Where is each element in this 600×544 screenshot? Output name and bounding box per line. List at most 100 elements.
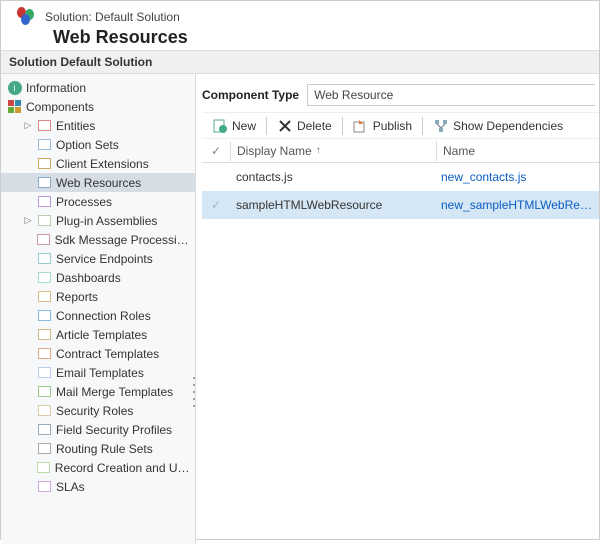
grid-checkall[interactable]: ✓ [202, 144, 230, 158]
mailmerge-icon [37, 384, 52, 399]
expander-spacer [23, 254, 33, 264]
table-row[interactable]: contacts.jsnew_contacts.js [202, 163, 599, 191]
sort-asc-icon: ↑ [316, 145, 321, 156]
row-name-link[interactable]: new_sampleHTMLWebRes… [435, 198, 599, 212]
sidebar-item-mail-merge-templates[interactable]: Mail Merge Templates [1, 382, 195, 401]
sidebar-item-dashboards[interactable]: Dashboards [1, 268, 195, 287]
sidebar-item-label: Email Templates [56, 366, 144, 380]
expander-icon[interactable]: ▷ [23, 121, 33, 131]
sidebar-item-label: Record Creation and Upda… [55, 461, 191, 475]
grid-body: contacts.jsnew_contacts.js✓sampleHTMLWeb… [202, 163, 599, 219]
entity-icon [37, 118, 52, 133]
sidebar-item-article-templates[interactable]: Article Templates [1, 325, 195, 344]
delete-icon [277, 118, 292, 133]
sidebar-item-plug-in-assemblies[interactable]: ▷Plug-in Assemblies [1, 211, 195, 230]
expander-spacer [23, 197, 33, 207]
sidebar-item-routing-rule-sets[interactable]: Routing Rule Sets [1, 439, 195, 458]
show-dependencies-label: Show Dependencies [453, 119, 563, 133]
sidebar-item-label: Security Roles [56, 404, 133, 418]
sidebar-item-entities[interactable]: ▷ Entities [1, 116, 195, 135]
component-type-select[interactable]: Web Resource [307, 84, 595, 106]
row-name-link[interactable]: new_contacts.js [435, 170, 599, 184]
expander-spacer [23, 311, 33, 321]
sidebar: i Information Components ▷ Entities Option… [1, 74, 196, 544]
components-icon [7, 99, 22, 114]
publish-button[interactable]: Publish [343, 115, 422, 136]
new-label: New [232, 119, 256, 133]
grid-col-name[interactable]: Name [437, 144, 599, 158]
table-row[interactable]: ✓sampleHTMLWebResourcenew_sampleHTMLWebR… [202, 191, 599, 219]
sidebar-item-label: SLAs [56, 480, 85, 494]
grid-col-name-label: Name [443, 144, 475, 158]
sidebar-item-label: Routing Rule Sets [56, 442, 153, 456]
expander-spacer [23, 235, 32, 245]
sidebar-item-label: Web Resources [56, 176, 141, 190]
sidebar-item-reports[interactable]: Reports [1, 287, 195, 306]
sidebar-item-label: Contract Templates [56, 347, 159, 361]
solution-line: Solution: Default Solution [45, 10, 180, 24]
expander-spacer [23, 292, 33, 302]
sidebar-item-email-templates[interactable]: Email Templates [1, 363, 195, 382]
delete-label: Delete [297, 119, 332, 133]
sidebar-item-label: Service Endpoints [56, 252, 153, 266]
webres-icon [37, 175, 52, 190]
sidebar-information-label: Information [26, 81, 86, 95]
sidebar-resize-grip[interactable] [192, 374, 196, 410]
sidebar-item-label: Sdk Message Processing S… [55, 233, 191, 247]
sidebar-item-web-resources[interactable]: Web Resources [1, 173, 195, 192]
report-icon [37, 289, 52, 304]
show-dependencies-button[interactable]: Show Dependencies [423, 115, 573, 136]
sla-icon [37, 479, 52, 494]
sidebar-item-contract-templates[interactable]: Contract Templates [1, 344, 195, 363]
page-title: Web Resources [53, 27, 188, 48]
sidebar-components[interactable]: Components [1, 97, 195, 116]
expander-spacer [23, 178, 33, 188]
dependencies-icon [433, 118, 448, 133]
solution-app-icon [15, 5, 39, 29]
sidebar-item-client-extensions[interactable]: Client Extensions [1, 154, 195, 173]
sidebar-item-sdk-message-processing-s[interactable]: Sdk Message Processing S… [1, 230, 195, 249]
sidebar-item-label: Connection Roles [56, 309, 151, 323]
sidebar-item-label: Reports [56, 290, 98, 304]
expander-spacer [23, 463, 32, 473]
sidebar-item-label: Article Templates [56, 328, 147, 342]
routing-icon [37, 441, 52, 456]
sidebar-item-label: Field Security Profiles [56, 423, 172, 437]
sidebar-item-security-roles[interactable]: Security Roles [1, 401, 195, 420]
info-icon: i [7, 80, 22, 95]
expander-icon[interactable]: ▷ [23, 216, 33, 226]
process-icon [37, 194, 52, 209]
row-display-name: contacts.js [230, 170, 435, 184]
delete-button[interactable]: Delete [267, 115, 342, 136]
clientext-icon [37, 156, 52, 171]
expander-spacer [23, 349, 33, 359]
publish-icon [353, 118, 368, 133]
sidebar-item-slas[interactable]: SLAs [1, 477, 195, 496]
sidebar-item-option-sets[interactable]: Option Sets [1, 135, 195, 154]
optionset-icon [37, 137, 52, 152]
sidebar-item-label: Entities [56, 119, 95, 133]
sidebar-item-record-creation-and-upda[interactable]: Record Creation and Upda… [1, 458, 195, 477]
new-icon [212, 118, 227, 133]
row-check[interactable]: ✓ [202, 198, 230, 212]
content-pane: Component Type Web Resource New Delete P… [196, 74, 599, 544]
expander-spacer [23, 159, 33, 169]
expander-spacer [23, 425, 33, 435]
sidebar-item-label: Option Sets [56, 138, 119, 152]
email-icon [37, 365, 52, 380]
component-type-label: Component Type [202, 88, 299, 102]
endpoint-icon [37, 251, 52, 266]
sidebar-item-connection-roles[interactable]: Connection Roles [1, 306, 195, 325]
new-button[interactable]: New [202, 115, 266, 136]
sidebar-information[interactable]: i Information [1, 78, 195, 97]
grid-col-display[interactable]: Display Name ↑ [231, 144, 436, 158]
header: Solution: Default Solution Web Resources [1, 1, 599, 50]
sidebar-item-field-security-profiles[interactable]: Field Security Profiles [1, 420, 195, 439]
expander-spacer [23, 368, 33, 378]
solution-bar: Solution Default Solution [1, 50, 599, 74]
secrole-icon [37, 403, 52, 418]
sidebar-components-label: Components [26, 100, 94, 114]
sidebar-item-service-endpoints[interactable]: Service Endpoints [1, 249, 195, 268]
sidebar-item-processes[interactable]: Processes [1, 192, 195, 211]
expander-spacer [23, 406, 33, 416]
